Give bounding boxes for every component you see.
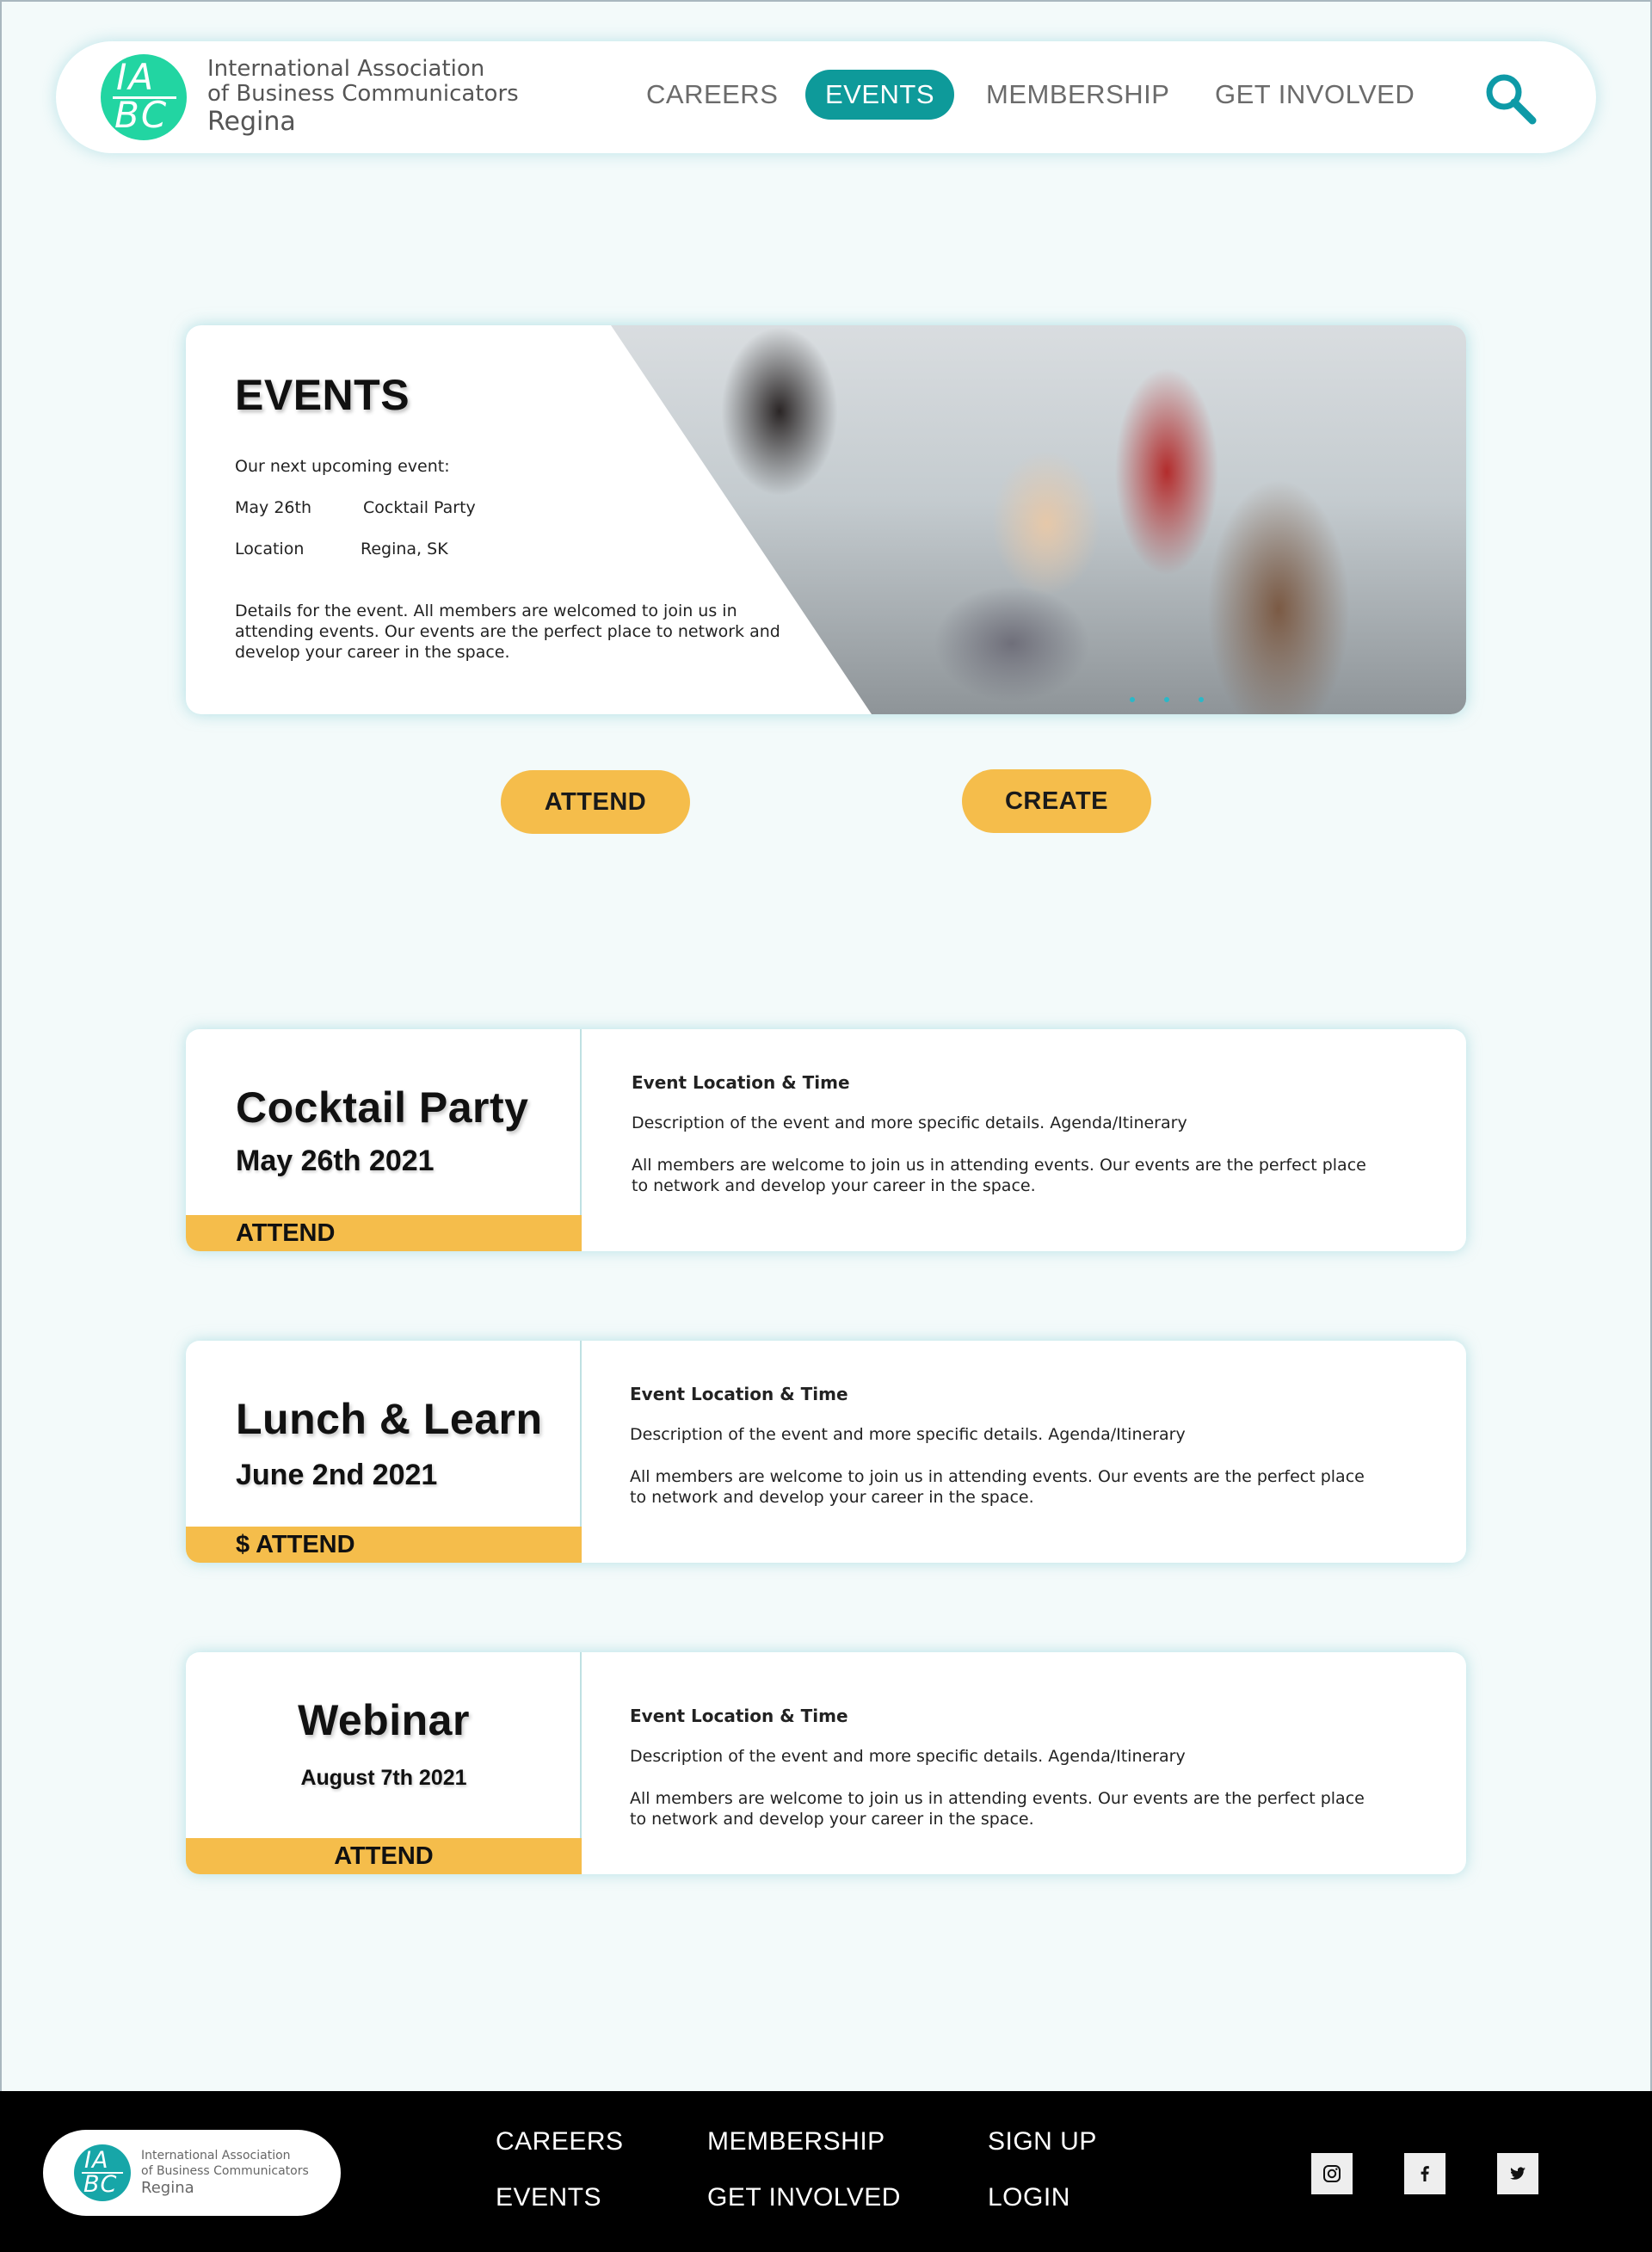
- hero-title: EVENTS: [235, 371, 410, 419]
- search-icon[interactable]: [1482, 71, 1538, 126]
- event-date: May 26th 2021: [236, 1145, 435, 1177]
- event-summary: Webinar August 7th 2021 ATTEND: [186, 1652, 582, 1874]
- footer-link-sign-up[interactable]: SIGN UP: [988, 2127, 1097, 2156]
- event-details: Event Location & Time Description of the…: [582, 1652, 1466, 1874]
- event-name: Webinar: [298, 1696, 470, 1744]
- event-card: Webinar August 7th 2021 ATTEND Event Loc…: [186, 1652, 1466, 1874]
- create-button[interactable]: CREATE: [962, 769, 1151, 833]
- event-location-time: Event Location & Time: [630, 1384, 848, 1404]
- event-name: Cocktail Party: [236, 1083, 529, 1132]
- carousel-dot-2[interactable]: [1164, 697, 1169, 702]
- event-attend-button[interactable]: $ ATTEND: [186, 1527, 582, 1563]
- event-name: Lunch & Learn: [236, 1395, 543, 1443]
- event-summary: Cocktail Party May 26th 2021 ATTEND: [186, 1029, 582, 1251]
- footer-link-membership[interactable]: MEMBERSHIP: [707, 2127, 885, 2156]
- footer-logo-line-2: of Business Communicators: [141, 2164, 309, 2178]
- event-details: Event Location & Time Description of the…: [582, 1341, 1466, 1563]
- footer-logo-line-3: Regina: [141, 2179, 194, 2197]
- attend-button[interactable]: ATTEND: [501, 770, 690, 834]
- location-value: Regina, SK: [361, 540, 448, 558]
- event-description: Description of the event and more specif…: [632, 1114, 1187, 1132]
- event-description: Description of the event and more specif…: [630, 1747, 1186, 1766]
- carousel-dot-1[interactable]: [1130, 697, 1135, 702]
- footer-link-get-involved[interactable]: GET INVOLVED: [707, 2183, 901, 2212]
- footer-logo[interactable]: IA BC International Association of Busin…: [43, 2130, 341, 2216]
- event-location-time: Event Location & Time: [632, 1072, 850, 1093]
- event-location-time: Event Location & Time: [630, 1706, 848, 1726]
- footer-link-careers[interactable]: CAREERS: [496, 2127, 624, 2156]
- site-header: IA BC International Association of Busin…: [56, 41, 1596, 153]
- carousel-dots: [1130, 697, 1204, 702]
- nav-get-involved[interactable]: GET INVOLVED: [1215, 70, 1415, 120]
- event-details: Event Location & Time Description of the…: [582, 1029, 1466, 1251]
- footer-logo-text: International Association of Business Co…: [141, 2148, 309, 2198]
- carousel-dot-3[interactable]: [1199, 697, 1204, 702]
- footer-logo-mark-bottom: BC: [83, 2171, 118, 2198]
- instagram-icon[interactable]: [1311, 2153, 1353, 2194]
- event-attend-button[interactable]: ATTEND: [186, 1215, 582, 1251]
- main-nav: CAREERS EVENTS MEMBERSHIP GET INVOLVED: [56, 41, 1596, 153]
- nav-membership[interactable]: MEMBERSHIP: [986, 70, 1169, 120]
- hero-details: Details for the event. All members are w…: [235, 602, 780, 662]
- footer-logo-mark: IA BC: [74, 2144, 131, 2201]
- twitter-icon[interactable]: [1497, 2153, 1538, 2194]
- footer-link-login[interactable]: LOGIN: [988, 2183, 1070, 2212]
- upcoming-label: Our next upcoming event:: [235, 457, 450, 476]
- event-body: All members are welcome to join us in at…: [630, 1789, 1365, 1829]
- event-date: June 2nd 2021: [236, 1459, 438, 1491]
- hero-banner: EVENTS Our next upcoming event: May 26th…: [186, 325, 1466, 714]
- event-card: Cocktail Party May 26th 2021 ATTEND Even…: [186, 1029, 1466, 1251]
- event-body: All members are welcome to join us in at…: [630, 1467, 1365, 1507]
- event-date: August 7th 2021: [300, 1766, 467, 1790]
- footer-logo-line-1: International Association: [141, 2149, 291, 2163]
- nav-events[interactable]: EVENTS: [805, 70, 955, 120]
- location-label: Location: [235, 540, 305, 558]
- event-card: Lunch & Learn June 2nd 2021 $ ATTEND Eve…: [186, 1341, 1466, 1563]
- event-body: All members are welcome to join us in at…: [632, 1156, 1366, 1195]
- nav-careers[interactable]: CAREERS: [646, 70, 778, 120]
- event-description: Description of the event and more specif…: [630, 1425, 1186, 1444]
- facebook-icon[interactable]: [1404, 2153, 1446, 2194]
- upcoming-date: May 26th: [235, 498, 311, 517]
- footer-logo-mark-top: IA: [84, 2147, 109, 2174]
- event-attend-button[interactable]: ATTEND: [186, 1838, 582, 1874]
- upcoming-event-name: Cocktail Party: [363, 498, 476, 517]
- footer-link-events[interactable]: EVENTS: [496, 2183, 601, 2212]
- event-summary: Lunch & Learn June 2nd 2021 $ ATTEND: [186, 1341, 582, 1563]
